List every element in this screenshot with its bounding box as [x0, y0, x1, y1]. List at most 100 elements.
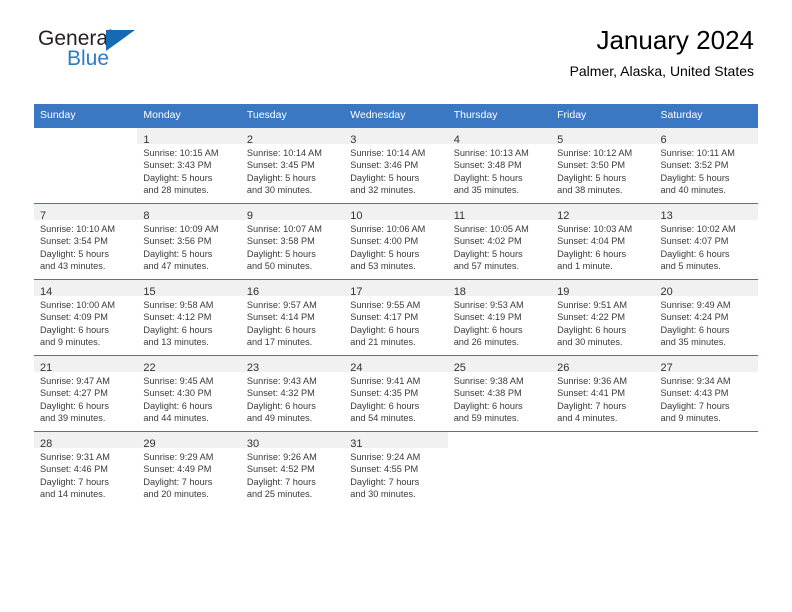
sunrise-text: Sunrise: 10:03 AM	[557, 224, 633, 234]
sunrise-text: Sunrise: 10:10 AM	[40, 224, 116, 234]
day-cell-13[interactable]: 13 Sunrise: 10:02 AM Sunset: 4:07 PM Daylig…	[654, 204, 758, 279]
day-cell-26[interactable]: 26 Sunrise: 9:36 AM Sunset: 4:41 PM Dayligh…	[551, 356, 655, 431]
calendar-cell: 22 Sunrise: 9:45 AM Sunset: 4:30 PM Dayligh…	[137, 355, 241, 432]
calendar-cell: 29 Sunrise: 9:29 AM Sunset: 4:49 PM Dayligh…	[137, 431, 241, 507]
day-cell-3[interactable]: 3 Sunrise: 10:14 AM Sunset: 3:46 PM Dayligh…	[344, 128, 448, 203]
daylight-text: and 4 minutes.	[557, 413, 618, 424]
daylight-text: and 9 minutes.	[40, 337, 101, 348]
sunrise-text: Sunrise: 9:53 AM	[453, 300, 524, 310]
daylight-text: and 30 minutes.	[350, 489, 416, 500]
day-details: Sunrise: 10:03 AM Sunset: 4:04 PM Daylight…	[551, 220, 654, 273]
sunset-text: Sunset: 4:46 PM	[40, 464, 108, 475]
day-cell-5[interactable]: 5 Sunrise: 10:12 AM Sunset: 3:50 PM Dayligh…	[551, 128, 655, 203]
day-cell-18[interactable]: 18 Sunrise: 9:53 AM Sunset: 4:19 PM Dayligh…	[447, 280, 552, 355]
daylight-text: Daylight: 7 hours	[143, 476, 213, 487]
day-number: 31	[350, 438, 363, 450]
day-number-strip: 7	[34, 204, 138, 222]
day-details: Sunrise: 9:34 AM Sunset: 4:43 PM Daylight:…	[655, 372, 758, 425]
calendar-cell: 21 Sunrise: 9:47 AM Sunset: 4:27 PM Dayligh…	[34, 355, 138, 432]
day-number: 13	[660, 210, 673, 222]
day-cell-12[interactable]: 12 Sunrise: 10:03 AM Sunset: 4:04 PM Daylig…	[551, 204, 655, 279]
daylight-text: and 9 minutes.	[660, 413, 721, 424]
calendar-cell: 8 Sunrise: 10:09 AM Sunset: 3:56 PM Dayligh…	[137, 203, 241, 280]
day-cell-17[interactable]: 17 Sunrise: 9:55 AM Sunset: 4:17 PM Dayligh…	[344, 280, 448, 355]
day-details: Sunrise: 9:26 AM Sunset: 4:52 PM Daylight:…	[241, 448, 344, 501]
sunset-text: Sunset: 4:38 PM	[453, 388, 522, 399]
calendar-cell: 14 Sunrise: 10:00 AM Sunset: 4:09 PM Daylig…	[34, 279, 138, 356]
day-cell-14[interactable]: 14 Sunrise: 10:00 AM Sunset: 4:09 PM Daylig…	[34, 280, 138, 355]
day-details: Sunrise: 10:05 AM Sunset: 4:02 PM Daylight…	[448, 220, 551, 273]
blue-triangle-logo-icon	[106, 30, 135, 51]
day-details: Sunrise: 9:38 AM Sunset: 4:38 PM Daylight:…	[448, 372, 551, 425]
day-cell-28[interactable]: 28 Sunrise: 9:31 AM Sunset: 4:46 PM Dayligh…	[34, 432, 138, 507]
sunrise-text: Sunrise: 10:14 AM	[246, 148, 322, 158]
day-cell-7[interactable]: 7 Sunrise: 10:10 AM Sunset: 3:54 PM Dayligh…	[34, 204, 138, 279]
day-number: 6	[660, 134, 667, 146]
day-cell-6[interactable]: 6 Sunrise: 10:11 AM Sunset: 3:52 PM Dayligh…	[654, 128, 758, 203]
daylight-text: Daylight: 5 hours	[246, 172, 316, 183]
calendar-week-row: 28 Sunrise: 9:31 AM Sunset: 4:46 PM Dayligh…	[34, 431, 758, 507]
sunset-text: Sunset: 4:14 PM	[246, 312, 315, 323]
day-cell-2[interactable]: 2 Sunrise: 10:14 AM Sunset: 3:45 PM Dayligh…	[240, 128, 345, 203]
day-number-strip: 22	[137, 356, 241, 374]
day-cell-22[interactable]: 22 Sunrise: 9:45 AM Sunset: 4:30 PM Dayligh…	[137, 356, 241, 431]
daylight-text: Daylight: 6 hours	[660, 324, 730, 335]
sunrise-text: Sunrise: 9:43 AM	[246, 376, 317, 386]
sunset-text: Sunset: 3:45 PM	[246, 160, 315, 171]
day-cell-11[interactable]: 11 Sunrise: 10:05 AM Sunset: 4:02 PM Daylig…	[447, 204, 552, 279]
day-number: 15	[143, 286, 156, 298]
day-cell-8[interactable]: 8 Sunrise: 10:09 AM Sunset: 3:56 PM Dayligh…	[137, 204, 241, 279]
day-cell-21[interactable]: 21 Sunrise: 9:47 AM Sunset: 4:27 PM Dayligh…	[34, 356, 138, 431]
day-number: 8	[143, 210, 150, 222]
daylight-text: and 17 minutes.	[246, 337, 313, 348]
day-cell-24[interactable]: 24 Sunrise: 9:41 AM Sunset: 4:35 PM Dayligh…	[344, 356, 448, 431]
daylight-text: Daylight: 6 hours	[453, 400, 523, 411]
title-block: January 2024 Palmer, Alaska, United Stat…	[570, 24, 754, 81]
day-cell-20[interactable]: 20 Sunrise: 9:49 AM Sunset: 4:24 PM Dayligh…	[654, 280, 758, 355]
day-cell-16[interactable]: 16 Sunrise: 9:57 AM Sunset: 4:14 PM Dayligh…	[240, 280, 345, 355]
day-details: Sunrise: 9:41 AM Sunset: 4:35 PM Daylight:…	[344, 372, 447, 425]
sunset-text: Sunset: 4:09 PM	[40, 312, 108, 323]
sunrise-text: Sunrise: 9:36 AM	[557, 376, 628, 386]
calendar-page: General Blue January 2024 Palmer, Alaska…	[0, 0, 792, 612]
day-number-strip: 3	[344, 128, 448, 146]
day-number: 30	[246, 438, 260, 450]
generalblue-logo[interactable]: General Blue	[38, 28, 168, 78]
day-number-strip: 28	[34, 432, 138, 450]
sunrise-text: Sunrise: 10:00 AM	[40, 300, 116, 310]
day-cell-25[interactable]: 25 Sunrise: 9:38 AM Sunset: 4:38 PM Dayligh…	[447, 356, 552, 431]
day-cell-9[interactable]: 9 Sunrise: 10:07 AM Sunset: 3:58 PM Dayligh…	[240, 204, 345, 279]
daylight-text: Daylight: 5 hours	[350, 172, 420, 183]
day-number-strip	[34, 128, 137, 144]
day-cell-27[interactable]: 27 Sunrise: 9:34 AM Sunset: 4:43 PM Dayligh…	[654, 356, 758, 431]
calendar-cell: 28 Sunrise: 9:31 AM Sunset: 4:46 PM Dayligh…	[34, 431, 138, 507]
day-cell-31[interactable]: 31 Sunrise: 9:24 AM Sunset: 4:55 PM Dayligh…	[344, 432, 448, 507]
day-cell-1[interactable]: 1 Sunrise: 10:15 AM Sunset: 3:43 PM Dayligh…	[137, 128, 241, 203]
day-cell-29[interactable]: 29 Sunrise: 9:29 AM Sunset: 4:49 PM Dayligh…	[137, 432, 241, 507]
day-cell-15[interactable]: 15 Sunrise: 9:58 AM Sunset: 4:12 PM Dayligh…	[137, 280, 241, 355]
day-number: 29	[143, 438, 156, 450]
sunset-text: Sunset: 4:19 PM	[453, 312, 522, 323]
day-cell-19[interactable]: 19 Sunrise: 9:51 AM Sunset: 4:22 PM Dayligh…	[551, 280, 655, 355]
daylight-text: Daylight: 7 hours	[350, 476, 420, 487]
day-number: 25	[453, 362, 466, 374]
day-cell-30[interactable]: 30 Sunrise: 9:26 AM Sunset: 4:52 PM Dayligh…	[240, 432, 345, 507]
calendar-cell: 20 Sunrise: 9:49 AM Sunset: 4:24 PM Dayligh…	[654, 279, 758, 356]
day-number-strip: 24	[344, 356, 448, 374]
sunset-text: Sunset: 3:54 PM	[40, 236, 108, 247]
day-details: Sunrise: 10:02 AM Sunset: 4:07 PM Daylight…	[655, 220, 758, 273]
daylight-text: Daylight: 7 hours	[246, 476, 316, 487]
day-cell-10[interactable]: 10 Sunrise: 10:06 AM Sunset: 4:00 PM Daylig…	[344, 204, 448, 279]
sunset-text: Sunset: 4:49 PM	[143, 464, 212, 475]
day-number: 28	[40, 438, 53, 450]
sunset-text: Sunset: 4:00 PM	[350, 236, 419, 247]
day-cell-23[interactable]: 23 Sunrise: 9:43 AM Sunset: 4:32 PM Dayligh…	[240, 356, 345, 431]
day-details: Sunrise: 9:45 AM Sunset: 4:30 PM Daylight:…	[137, 372, 240, 425]
day-number-strip: 14	[34, 280, 138, 298]
sunset-text: Sunset: 3:50 PM	[557, 160, 626, 171]
day-cell-4[interactable]: 4 Sunrise: 10:13 AM Sunset: 3:48 PM Dayligh…	[447, 128, 552, 203]
sunrise-text: Sunrise: 9:26 AM	[246, 452, 317, 462]
day-number-strip: 6	[654, 128, 758, 146]
day-details: Sunrise: 10:00 AM Sunset: 4:09 PM Daylight…	[34, 296, 137, 349]
day-number-strip: 25	[447, 356, 552, 374]
